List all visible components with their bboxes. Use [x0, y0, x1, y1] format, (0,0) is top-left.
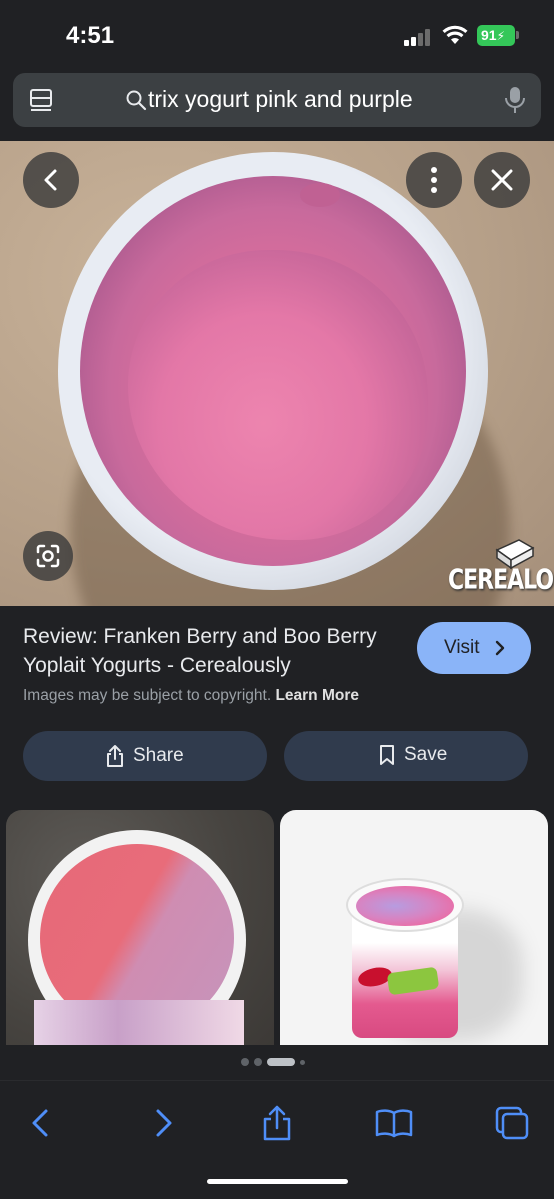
- save-label: Save: [404, 744, 448, 765]
- search-bar[interactable]: trix yogurt pink and purple: [13, 73, 541, 127]
- search-input[interactable]: trix yogurt pink and purple: [148, 86, 413, 113]
- thumbnail-yogurt-swirl: [356, 886, 454, 926]
- share-button[interactable]: Share: [23, 731, 267, 781]
- battery-tip: [516, 31, 519, 39]
- bookmark-icon: [380, 745, 394, 765]
- yogurt-dent: [300, 183, 340, 207]
- mic-icon[interactable]: [505, 86, 525, 114]
- tabs-icon[interactable]: [29, 86, 53, 114]
- page-dot: [300, 1059, 305, 1065]
- lens-button[interactable]: [23, 531, 73, 581]
- save-button[interactable]: Save: [284, 731, 528, 781]
- close-button[interactable]: [474, 152, 530, 208]
- image-watermark: CEREALOUSLY: [448, 564, 554, 597]
- visit-label: Visit: [444, 637, 480, 658]
- search-icon: [126, 90, 147, 111]
- copyright-notice: Images may be subject to copyright. Lear…: [23, 687, 359, 705]
- close-icon: [491, 169, 513, 191]
- charging-bolt-icon: ⚡: [496, 29, 506, 43]
- page-dot: [254, 1058, 262, 1066]
- wifi-icon: [442, 25, 468, 44]
- result-title[interactable]: Review: Franken Berry and Boo Berry Yopl…: [23, 622, 403, 680]
- more-options-button[interactable]: [406, 152, 462, 208]
- related-image-thumbnail[interactable]: [280, 810, 548, 1045]
- status-time: 4:51: [66, 22, 115, 49]
- cellular-signal-icon: [404, 28, 434, 46]
- page-dot: [241, 1058, 249, 1066]
- tabs-overview-icon[interactable]: [490, 1101, 534, 1145]
- home-indicator: [207, 1179, 348, 1184]
- share-label: Share: [133, 745, 184, 766]
- share-icon: [107, 745, 123, 767]
- copyright-text: Images may be subject to copyright.: [23, 687, 272, 704]
- page-dot-active: [267, 1058, 295, 1066]
- chevron-left-icon: [44, 169, 57, 191]
- more-vertical-icon: [431, 167, 437, 193]
- lens-icon: [36, 544, 60, 568]
- back-arrow-icon[interactable]: [20, 1101, 64, 1145]
- share-icon[interactable]: [255, 1101, 299, 1145]
- main-image[interactable]: CEREALOUSLY: [0, 141, 554, 606]
- thumbnail-cup-label: [34, 1000, 244, 1045]
- battery-level: 91: [481, 27, 497, 43]
- related-image-thumbnail[interactable]: [6, 810, 274, 1045]
- back-button[interactable]: [23, 152, 79, 208]
- chevron-right-icon: [495, 640, 505, 656]
- bookmarks-icon[interactable]: [372, 1101, 416, 1145]
- learn-more-link[interactable]: Learn More: [275, 687, 359, 704]
- forward-arrow-icon[interactable]: [140, 1101, 184, 1145]
- page-indicator: [241, 1058, 305, 1066]
- status-bar: 4:51 91⚡: [0, 0, 554, 70]
- visit-button[interactable]: Visit: [417, 622, 531, 674]
- battery-indicator: 91⚡: [477, 25, 515, 46]
